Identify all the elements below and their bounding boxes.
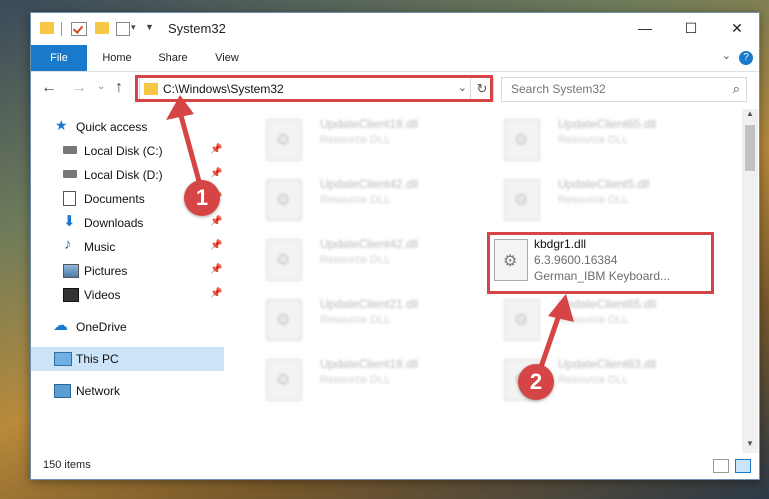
callout-arrows (166, 95, 574, 371)
step-2-badge: 2 (518, 364, 554, 400)
step-1-badge: 1 (184, 180, 220, 216)
